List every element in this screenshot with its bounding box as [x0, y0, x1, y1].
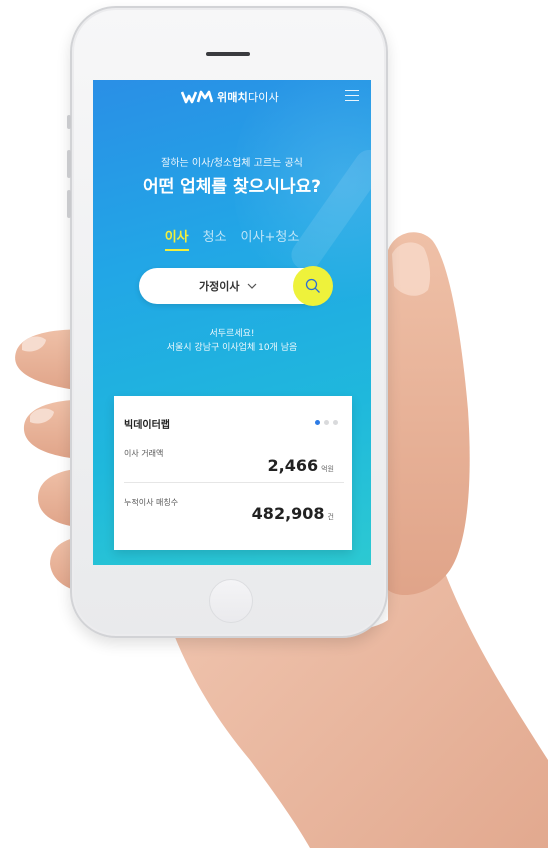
service-tabs: 이사 청소 이사+청소	[93, 226, 371, 251]
search-icon	[305, 278, 320, 293]
tab-moving[interactable]: 이사	[164, 226, 189, 251]
moving-type-value: 가정이사	[199, 280, 240, 293]
urgency-detail: 서울시 강남구 이사업체 10개 남음	[166, 343, 298, 353]
bigdata-card: 빅데이터랩 이사 거래액 2,466 억원 누적이사 매칭수 482,908 건	[114, 396, 352, 550]
brand-name-light: 다이사	[247, 91, 279, 104]
stat-label-matches: 누적이사 매칭수	[124, 498, 179, 507]
volume-down-button	[67, 190, 71, 218]
brand-name: 위매치다이사	[217, 89, 279, 105]
stat-unit: 억원	[321, 465, 334, 473]
mute-switch	[67, 115, 71, 129]
pager-dot-2[interactable]	[324, 420, 329, 425]
stat-unit: 건	[327, 513, 334, 521]
stat-value-matches: 482,908 건	[252, 504, 334, 523]
card-pager	[315, 420, 338, 425]
search-button[interactable]	[293, 266, 333, 306]
stat-label-volume: 이사 거래액	[124, 449, 164, 458]
moving-type-select[interactable]: 가정이사	[199, 268, 257, 304]
stat-number: 482,908	[251, 504, 325, 523]
urgency-headline: 서두르세요!	[209, 329, 255, 339]
pager-dot-3[interactable]	[333, 420, 338, 425]
card-title: 빅데이터랩	[124, 420, 170, 431]
wm-logo-icon	[181, 90, 213, 104]
brand-name-bold: 위매치	[217, 91, 248, 104]
home-button	[209, 579, 253, 623]
volume-up-button	[67, 150, 71, 178]
search-bar: 가정이사	[139, 266, 333, 306]
app-header: 위매치다이사	[93, 80, 371, 116]
earpiece-speaker	[206, 52, 250, 56]
stage: 위매치다이사 잘하는 이사/청소업체 고르는 공식 어떤 업체를 찾으시나요? …	[0, 0, 548, 848]
tab-cleaning[interactable]: 청소	[203, 226, 227, 251]
stat-divider	[124, 482, 344, 483]
hero-subtitle: 잘하는 이사/청소업체 고르는 공식	[161, 158, 303, 169]
stat-value-volume: 2,466 억원	[268, 456, 335, 475]
hamburger-icon[interactable]	[345, 90, 359, 102]
stat-number: 2,466	[267, 456, 319, 475]
pager-dot-1[interactable]	[315, 420, 320, 425]
brand-logo[interactable]: 위매치다이사	[181, 89, 279, 105]
chevron-down-icon	[248, 283, 257, 289]
tab-moving-cleaning[interactable]: 이사+청소	[241, 226, 300, 251]
hero-title: 어떤 업체를 찾으시나요?	[142, 177, 322, 197]
app-screen: 위매치다이사 잘하는 이사/청소업체 고르는 공식 어떤 업체를 찾으시나요? …	[93, 80, 371, 565]
